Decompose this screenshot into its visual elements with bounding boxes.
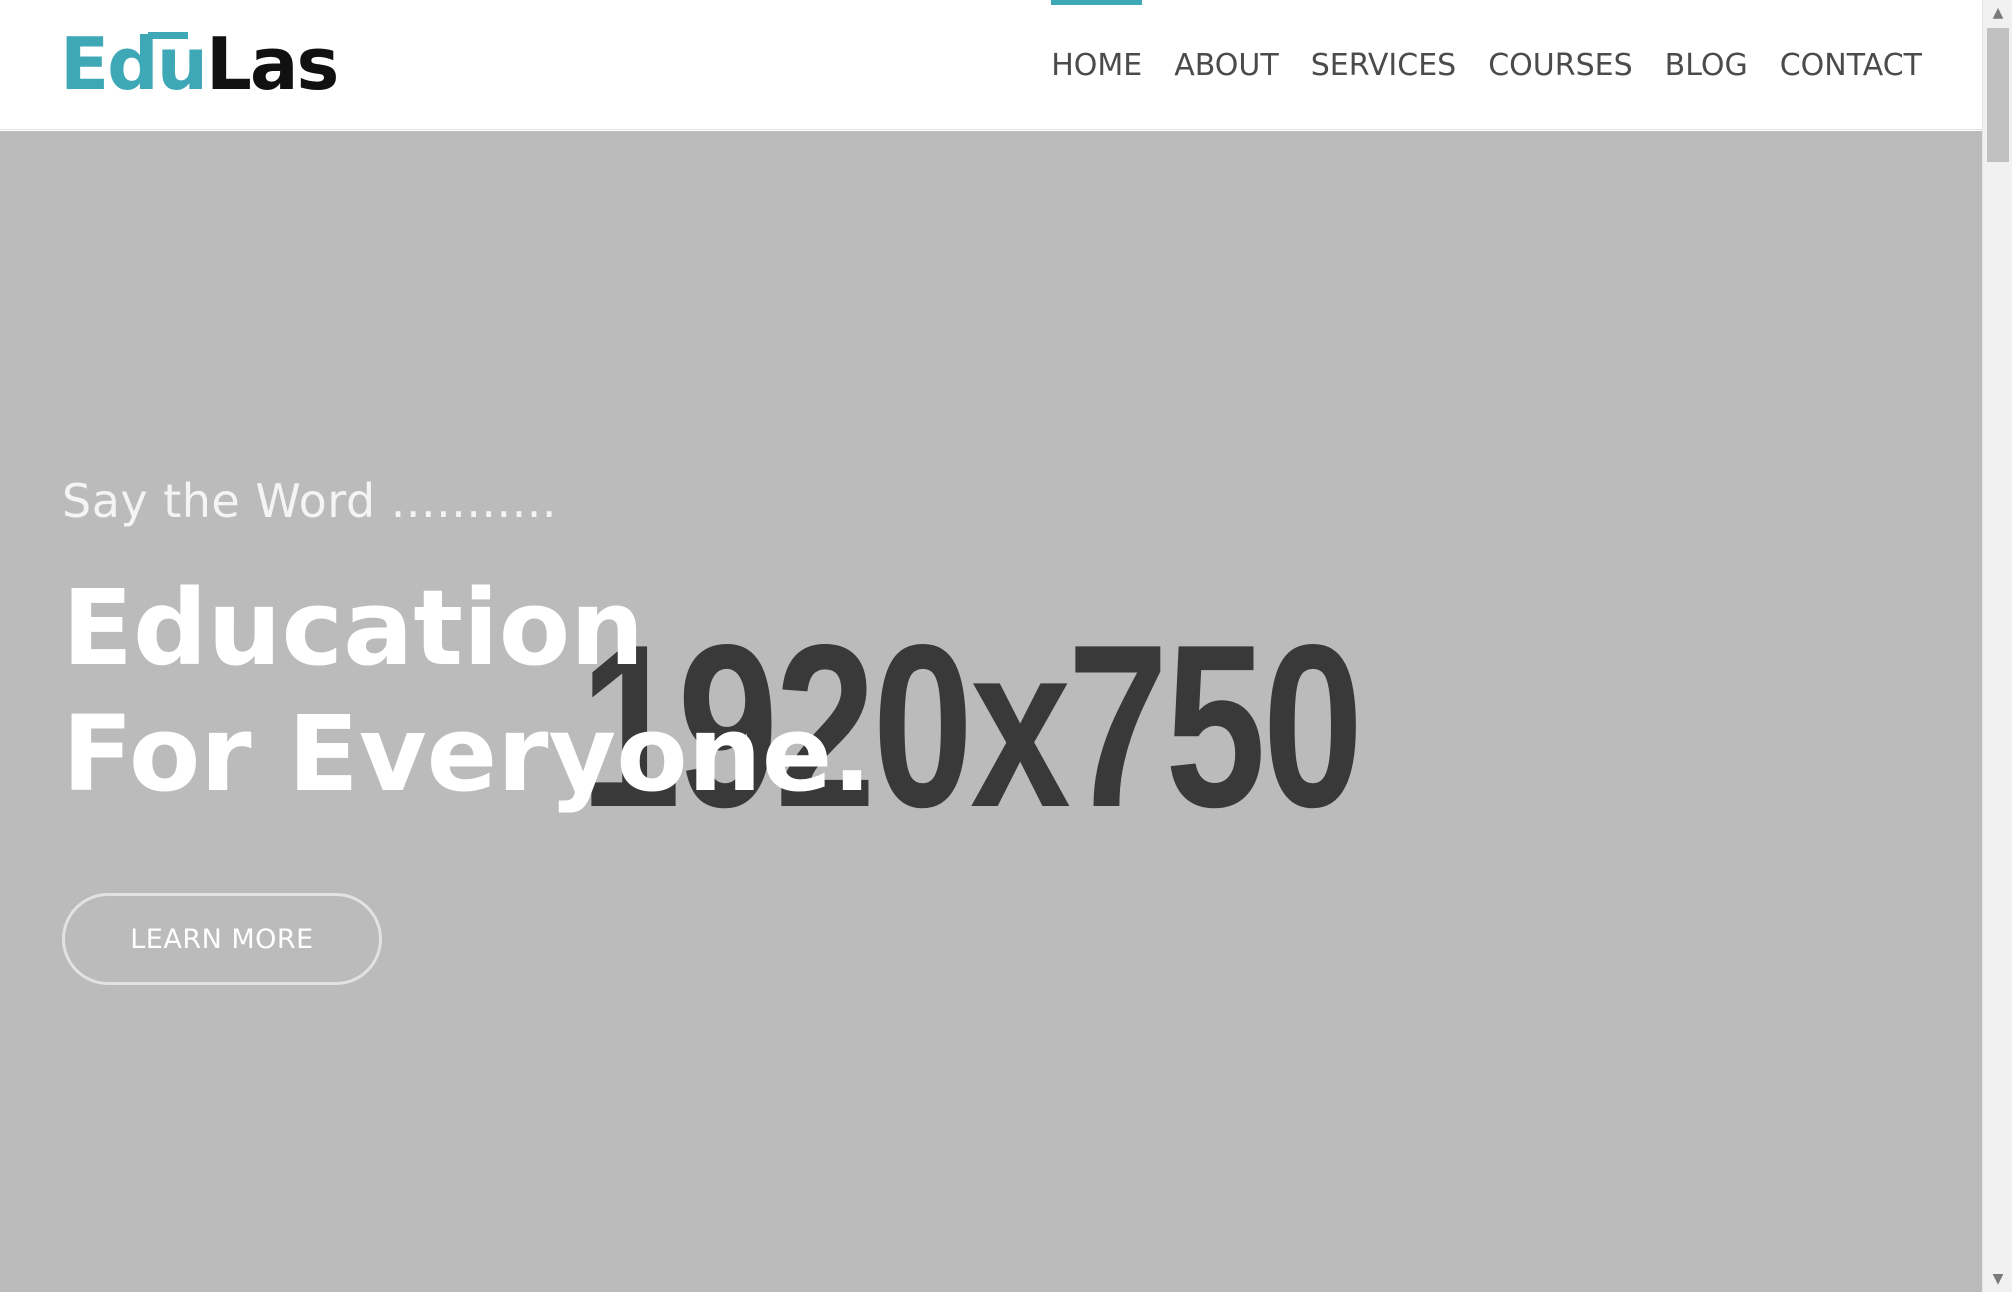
triangle-up-icon[interactable]: ▲ bbox=[1983, 0, 2012, 26]
hero-content: Say the Word ........... Education For E… bbox=[62, 471, 872, 985]
nav-item-blog[interactable]: BLOG bbox=[1665, 0, 1748, 130]
hero-title-line-1: Education bbox=[62, 567, 645, 689]
logo[interactable]: Edu Las bbox=[60, 22, 339, 106]
nav-item-contact[interactable]: CONTACT bbox=[1780, 0, 1922, 130]
triangle-down-icon[interactable]: ▼ bbox=[1983, 1266, 2012, 1292]
hero-eyebrow: Say the Word ........... bbox=[62, 474, 558, 528]
hero-title-line-2: For Everyone. bbox=[62, 693, 872, 815]
nav-item-home[interactable]: HOME bbox=[1051, 0, 1143, 130]
learn-more-button[interactable]: LEARN MORE bbox=[62, 893, 382, 985]
vertical-scrollbar[interactable]: ▲ ▼ bbox=[1982, 0, 2012, 1292]
logo-macron-mark bbox=[148, 32, 188, 39]
site-header: Edu Las HOME ABOUT SERVICES COURSES BLOG… bbox=[0, 0, 1982, 130]
nav-item-courses[interactable]: COURSES bbox=[1488, 0, 1632, 130]
logo-part-2: Las bbox=[205, 22, 339, 106]
hero-banner: 1920x750 Say the Word ........... Educat… bbox=[0, 131, 1982, 1292]
main-nav: HOME ABOUT SERVICES COURSES BLOG CONTACT bbox=[1019, 0, 1922, 130]
nav-item-services[interactable]: SERVICES bbox=[1311, 0, 1457, 130]
page: Edu Las HOME ABOUT SERVICES COURSES BLOG… bbox=[0, 0, 2012, 1292]
nav-item-about[interactable]: ABOUT bbox=[1174, 0, 1278, 130]
hero-title: Education For Everyone. bbox=[62, 565, 872, 817]
scrollbar-thumb[interactable] bbox=[1987, 28, 2009, 162]
